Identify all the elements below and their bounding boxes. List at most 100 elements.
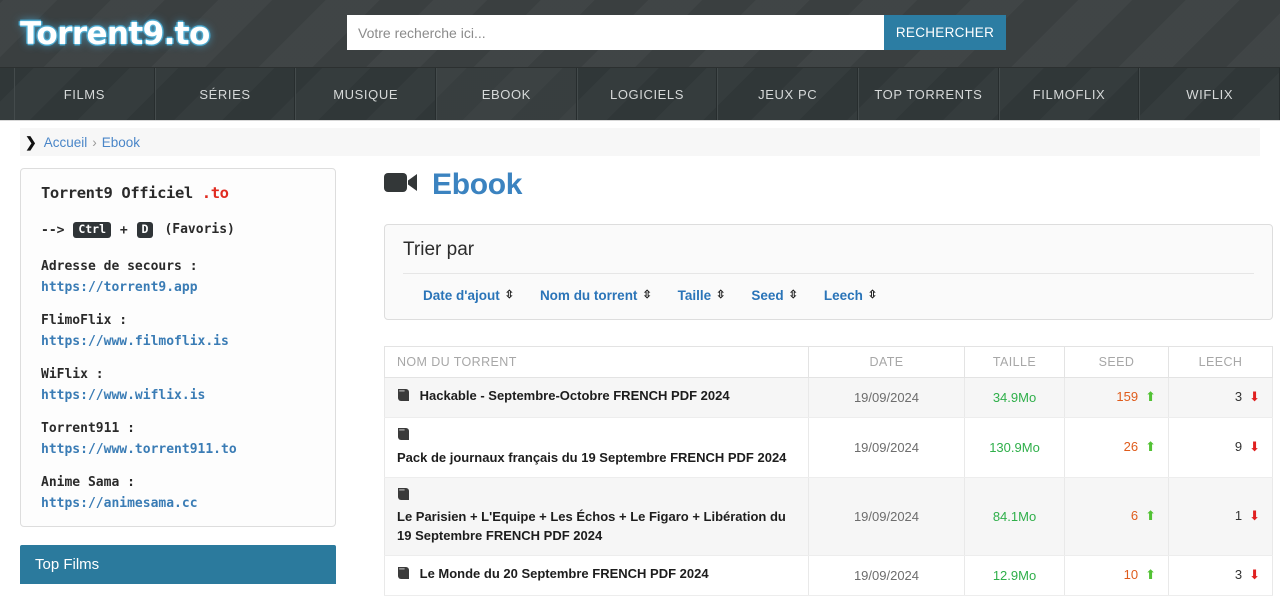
sort-label: Nom du torrent	[540, 288, 638, 303]
nav-item-musique[interactable]: MUSIQUE	[295, 68, 436, 120]
page-body: Torrent9 Officiel .to --> Ctrl + D(Favor…	[0, 168, 1280, 596]
book-icon	[397, 568, 414, 583]
nav-item-wiflix[interactable]: WIFLIX	[1139, 68, 1280, 120]
leech-value: 9	[1235, 439, 1242, 454]
sort-options: Date d'ajout ⇳ Nom du torrent ⇳ Taille ⇳…	[403, 274, 1254, 319]
arrow-up-icon: ⬆	[1145, 389, 1156, 404]
chevron-right-icon: ❯	[25, 135, 37, 149]
seed-value: 6	[1131, 508, 1138, 523]
arrow-up-icon: ⬆	[1145, 567, 1156, 582]
breadcrumb-separator: ›	[92, 135, 97, 150]
main-content: Ebook Trier par Date d'ajout ⇳ Nom du to…	[336, 168, 1277, 596]
seed-value: 26	[1124, 439, 1138, 454]
torrent-date: 19/09/2024	[809, 477, 965, 556]
sort-updown-icon: ⇳	[716, 290, 725, 301]
torrent-size: 34.9Mo	[965, 378, 1065, 418]
mirror-label: Torrent911 :	[41, 422, 315, 435]
mirror-link[interactable]: https://www.wiflix.is	[41, 389, 315, 402]
sort-by-seed[interactable]: Seed ⇳	[751, 288, 798, 303]
torrent-name-cell[interactable]: Le Monde du 20 Septembre FRENCH PDF 2024	[385, 556, 809, 596]
sort-updown-icon: ⇳	[789, 290, 798, 301]
breadcrumb-home-link[interactable]: Accueil	[44, 135, 88, 150]
nav-item-filmoflix[interactable]: FILMOFLIX	[999, 68, 1140, 120]
book-icon	[397, 390, 414, 405]
nav-item-top-torrents[interactable]: TOP TORRENTS	[858, 68, 999, 120]
torrent-name: Pack de journaux français du 19 Septembr…	[397, 450, 786, 465]
arrow-up-icon: ⬆	[1145, 508, 1156, 523]
search-button[interactable]: RECHERCHER	[884, 15, 1006, 50]
key-d: D	[137, 222, 154, 239]
sort-panel: Trier par Date d'ajout ⇳ Nom du torrent …	[384, 224, 1273, 320]
torrent-seed: 6⬆	[1065, 477, 1169, 556]
nav-label: FILMOFLIX	[1033, 87, 1106, 102]
torrent-leech: 1⬇	[1169, 477, 1273, 556]
nav-label: JEUX PC	[758, 87, 817, 102]
leech-value: 3	[1235, 389, 1242, 404]
leech-value: 1	[1235, 508, 1242, 523]
mirror-link[interactable]: https://www.filmoflix.is	[41, 335, 315, 348]
nav-label: EBOOK	[482, 87, 531, 102]
bookmark-shortcut: --> Ctrl + D(Favoris)	[41, 222, 315, 239]
torrent-name: Hackable - Septembre-Octobre FRENCH PDF …	[420, 388, 730, 403]
sort-by-date[interactable]: Date d'ajout ⇳	[423, 288, 514, 303]
sort-by-leech[interactable]: Leech ⇳	[824, 288, 877, 303]
nav-label: TOP TORRENTS	[874, 87, 982, 102]
sort-label: Taille	[678, 288, 712, 303]
site-logo[interactable]: Torrent9.to	[20, 16, 210, 52]
torrent-leech: 3⬇	[1169, 378, 1273, 418]
official-mirrors-panel: Torrent9 Officiel .to --> Ctrl + D(Favor…	[20, 168, 336, 527]
mirror-label: FlimoFlix :	[41, 314, 315, 327]
nav-label: MUSIQUE	[333, 87, 398, 102]
nav-label: LOGICIELS	[610, 87, 684, 102]
nav-item-logiciels[interactable]: LOGICIELS	[577, 68, 718, 120]
table-header-row: NOM DU TORRENT DATE TAILLE SEED LEECH	[385, 347, 1273, 378]
panel-title-tld: .to	[202, 184, 229, 202]
search-input[interactable]	[347, 15, 884, 50]
torrent-name-cell[interactable]: Hackable - Septembre-Octobre FRENCH PDF …	[385, 378, 809, 418]
torrent-date: 19/09/2024	[809, 556, 965, 596]
sort-label: Seed	[751, 288, 783, 303]
main-navigation: FILMS SÉRIES MUSIQUE EBOOK LOGICIELS JEU…	[0, 68, 1280, 121]
book-icon	[397, 487, 790, 507]
torrent-name-cell[interactable]: Pack de journaux français du 19 Septembr…	[385, 417, 809, 477]
table-row[interactable]: Hackable - Septembre-Octobre FRENCH PDF …	[385, 378, 1273, 418]
nav-item-jeux-pc[interactable]: JEUX PC	[717, 68, 858, 120]
breadcrumb: ❯ Accueil › Ebook	[20, 128, 1260, 156]
mirror-entry: WiFlix : https://www.wiflix.is	[41, 368, 315, 402]
breadcrumb-current[interactable]: Ebook	[102, 135, 140, 150]
nav-item-films[interactable]: FILMS	[14, 68, 155, 120]
nav-item-ebook[interactable]: EBOOK	[436, 68, 577, 120]
table-row[interactable]: Le Parisien + L'Equipe + Les Échos + Le …	[385, 477, 1273, 556]
torrent-name-cell[interactable]: Le Parisien + L'Equipe + Les Échos + Le …	[385, 477, 809, 556]
mirror-entry: FlimoFlix : https://www.filmoflix.is	[41, 314, 315, 348]
arrow-down-icon: ⬇	[1249, 567, 1260, 582]
sidebar: Torrent9 Officiel .to --> Ctrl + D(Favor…	[20, 168, 336, 584]
torrent-leech: 3⬇	[1169, 556, 1273, 596]
column-header-name: NOM DU TORRENT	[385, 347, 809, 378]
arrow-down-icon: ⬇	[1249, 508, 1260, 523]
sort-by-size[interactable]: Taille ⇳	[678, 288, 726, 303]
leech-value: 3	[1235, 567, 1242, 582]
torrent-table-wrapper: NOM DU TORRENT DATE TAILLE SEED LEECH	[384, 346, 1273, 596]
nav-label: FILMS	[64, 87, 105, 102]
top-films-header[interactable]: Top Films	[20, 545, 336, 584]
page-title: Ebook	[384, 168, 1273, 202]
sort-by-name[interactable]: Nom du torrent ⇳	[540, 288, 652, 303]
book-icon	[397, 427, 790, 447]
torrent-name: Le Parisien + L'Equipe + Les Échos + Le …	[397, 509, 786, 543]
mirror-link[interactable]: https://www.torrent911.to	[41, 443, 315, 456]
seed-value: 159	[1116, 389, 1138, 404]
torrent-size: 12.9Mo	[965, 556, 1065, 596]
torrent-date: 19/09/2024	[809, 417, 965, 477]
table-row[interactable]: Le Monde du 20 Septembre FRENCH PDF 2024…	[385, 556, 1273, 596]
mirror-link[interactable]: https://animesama.cc	[41, 497, 315, 510]
column-header-date: DATE	[809, 347, 965, 378]
column-header-leech: LEECH	[1169, 347, 1273, 378]
shortcut-prefix: -->	[41, 222, 72, 237]
nav-item-series[interactable]: SÉRIES	[155, 68, 296, 120]
mirror-link[interactable]: https://torrent9.app	[41, 281, 315, 294]
nav-label: SÉRIES	[199, 87, 250, 102]
mirror-label: Adresse de secours :	[41, 260, 315, 273]
torrent-table: NOM DU TORRENT DATE TAILLE SEED LEECH	[384, 346, 1273, 596]
table-row[interactable]: Pack de journaux français du 19 Septembr…	[385, 417, 1273, 477]
